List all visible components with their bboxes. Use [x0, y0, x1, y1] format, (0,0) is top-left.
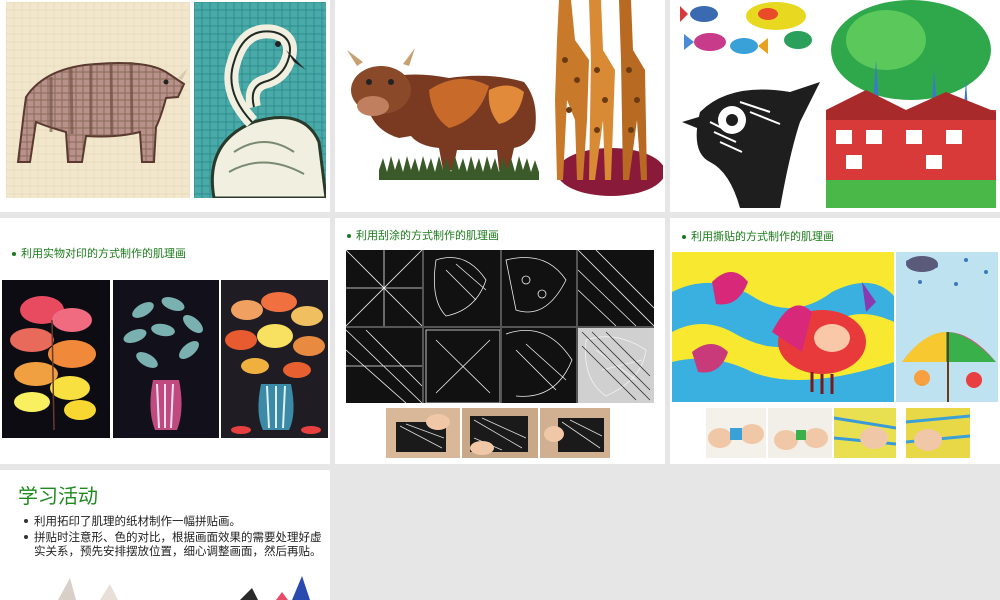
slide-tear-paste[interactable]: 利用撕贴的方式制作的肌理画 — [670, 218, 1000, 464]
scratch-artwork-grid-icon — [346, 250, 654, 403]
slide-scratch[interactable]: 利用刮涂的方式制作的肌理画 — [335, 218, 665, 464]
rhino-mosaic-icon — [6, 2, 190, 198]
bullet-icon — [682, 235, 686, 239]
activity-list: 利用拓印了肌理的纸材制作一幅拼贴画。 拼贴时注意形、色的对比，根据画面效果的需要… — [22, 514, 322, 560]
flamingo-mosaic-icon — [194, 2, 326, 198]
scratch-caption: 利用刮涂的方式制作的肌理画 — [347, 227, 499, 243]
scratch-process-photo-2-icon — [462, 408, 538, 458]
leaf-print-artwork-2-icon — [113, 280, 219, 438]
slide-learning-activity[interactable]: 学习活动 利用拓印了肌理的纸材制作一幅拼贴画。 拼贴时注意形、色的对比，根据画面… — [0, 470, 330, 600]
fish-drawing-icon — [680, 0, 820, 66]
slide-children-art[interactable] — [670, 0, 1000, 212]
bird-print-icon — [680, 72, 820, 208]
cow-leaf-collage-icon — [339, 20, 549, 194]
rooster-collage-icon — [672, 252, 894, 402]
bullet-icon — [12, 252, 16, 256]
leaf-print-artwork-3-icon — [221, 280, 328, 438]
slide-mosaic[interactable] — [0, 0, 330, 212]
tear-process-photo-3-icon — [834, 408, 896, 458]
slide-rubbing-print[interactable]: 利用实物对印的方式制作的肌理画 — [0, 218, 330, 464]
tear-caption: 利用撕贴的方式制作的肌理画 — [682, 228, 834, 244]
slide-leaf-collage[interactable] — [335, 0, 665, 212]
activity-heading: 学习活动 — [18, 484, 98, 508]
bullet-icon — [347, 234, 351, 238]
activity-item: 利用拓印了肌理的纸材制作一幅拼贴画。 — [22, 514, 322, 528]
scratch-process-photo-1-icon — [386, 408, 460, 458]
colored-pencils-icon — [40, 574, 330, 600]
scratch-process-photo-3-icon — [540, 408, 610, 458]
leaf-print-artwork-1-icon — [2, 280, 110, 438]
activity-item: 拼贴时注意形、色的对比，根据画面效果的需要处理好虚实关系，预先安排摆放位置，细心… — [22, 530, 322, 558]
tear-process-photo-4-icon — [906, 408, 970, 458]
rubbing-caption: 利用实物对印的方式制作的肌理画 — [12, 245, 186, 261]
tree-house-drawing-icon — [826, 0, 996, 208]
umbrella-collage-icon — [896, 252, 998, 402]
giraffe-collage-icon — [549, 0, 663, 200]
tear-process-photo-2-icon — [768, 408, 832, 458]
tear-process-photo-1-icon — [706, 408, 766, 458]
